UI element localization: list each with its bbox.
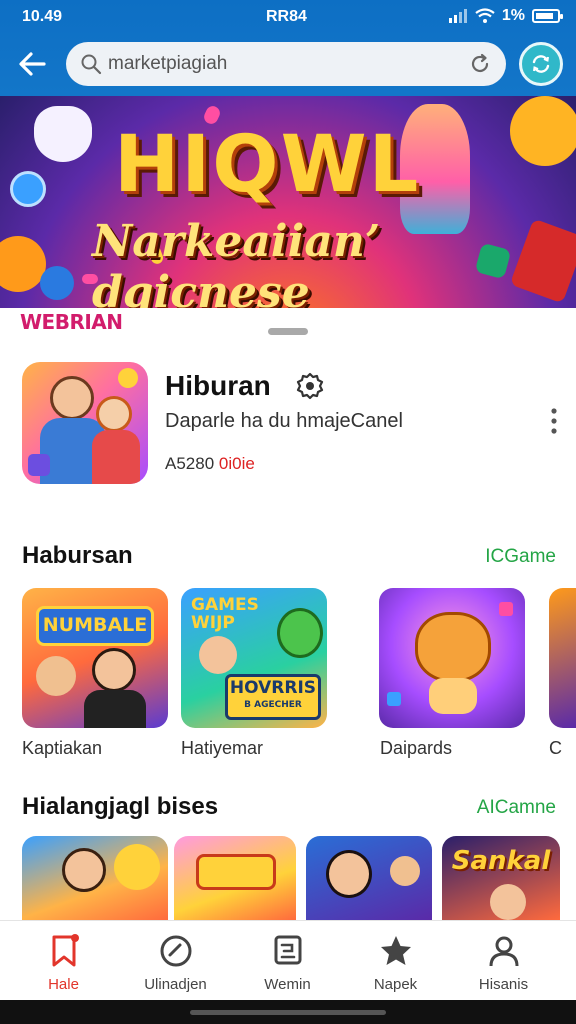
home-indicator[interactable] <box>190 1010 386 1015</box>
nav-item-hale[interactable]: Hale <box>6 921 121 1001</box>
top-bar: 10.49 RR84 1% marketpiagiah <box>0 0 576 96</box>
game-tile[interactable] <box>549 588 576 728</box>
banner-title: HIQWL <box>114 120 421 210</box>
battery-icon <box>532 9 563 23</box>
app-icon-decoration <box>118 368 138 388</box>
app-icon-decoration <box>28 454 50 476</box>
tile-art-subtext: B AGECHER <box>244 700 302 710</box>
tile-character <box>36 656 76 696</box>
tile-character <box>277 608 323 658</box>
status-icons: 1% <box>448 7 563 25</box>
app-icon-character <box>92 430 140 484</box>
tile-decoration <box>114 844 160 890</box>
nav-item-hisanis[interactable]: Hisanis <box>446 921 561 1001</box>
app-icon-character <box>50 376 94 420</box>
tile-character <box>62 848 106 892</box>
nav-label: Hale <box>48 976 79 993</box>
nav-label: Napek <box>373 976 418 993</box>
nav-item-napek[interactable]: Napek <box>338 921 453 1001</box>
game-tile[interactable]: GAMES WIJP HOVRRIS B AGECHER <box>181 588 327 728</box>
banner-subtitle: Narkeaiian’ dqicnese <box>92 216 381 308</box>
tile-art-text: HOVRRIS <box>229 678 317 698</box>
system-home-bar <box>0 1000 576 1024</box>
section-link[interactable]: AICamne <box>477 797 556 819</box>
status-bar: 10.49 RR84 1% <box>0 0 576 34</box>
tile-decoration <box>387 692 401 706</box>
game-tile[interactable] <box>22 836 168 920</box>
bookmark-icon <box>52 934 79 967</box>
nav-item-wemin[interactable]: Wemin <box>230 921 345 1001</box>
verified-badge-icon <box>296 372 324 400</box>
app-meta: A5280 0i0ie <box>165 454 255 474</box>
tile-label: C <box>549 738 562 758</box>
banner-decoration <box>40 266 74 300</box>
tile-label: Daipards <box>380 738 453 758</box>
game-tile[interactable]: NUMBALE <box>22 588 168 728</box>
game-tile[interactable] <box>174 836 296 920</box>
game-tile[interactable] <box>306 836 432 920</box>
tile-character <box>92 648 136 692</box>
back-arrow-icon[interactable] <box>14 46 50 82</box>
game-tile[interactable] <box>379 588 525 728</box>
star-icon <box>381 936 411 965</box>
tile-art-text: NUMBALE <box>42 614 148 636</box>
app-icon-character <box>96 396 132 432</box>
tile-label: Hatiyemar <box>181 738 264 758</box>
app-description: Daparle ha du hmajeCanel <box>165 410 403 432</box>
profile-icon <box>489 936 519 967</box>
drag-handle[interactable] <box>268 328 308 335</box>
nav-label: Ulinadjen <box>144 976 207 993</box>
app-name: Hiburan <box>165 370 271 401</box>
banner-decoration <box>510 96 576 166</box>
section-label: WEBRIAN <box>20 310 123 334</box>
refresh-icon[interactable] <box>468 52 492 76</box>
tile-label: Kaptiakan <box>22 738 103 758</box>
tile-art-text: GAMES WIJP <box>191 595 259 633</box>
status-carrier: RR84 <box>266 8 307 25</box>
app-icon[interactable] <box>22 362 148 484</box>
nav-item-ulinadjen[interactable]: Ulinadjen <box>118 921 233 1001</box>
sync-button[interactable] <box>519 42 563 86</box>
section-link[interactable]: ICGame <box>485 546 556 568</box>
status-time: 10.49 <box>22 8 63 25</box>
sync-icon <box>532 55 550 73</box>
wifi-icon <box>475 8 495 23</box>
document-icon <box>274 935 302 965</box>
promo-banner[interactable]: HIQWL Narkeaiian’ dqicnese <box>0 96 576 308</box>
tile-character <box>326 850 372 898</box>
more-options-icon[interactable] <box>547 406 561 436</box>
tile-character <box>390 856 420 886</box>
tile-banner <box>196 854 276 890</box>
app-meta-right: 0i0ie <box>218 454 255 473</box>
tile-character <box>84 690 146 728</box>
signal-icon <box>448 9 467 23</box>
nav-label: Hisanis <box>478 976 529 993</box>
circle-icon <box>160 935 192 967</box>
tile-decoration <box>499 602 513 616</box>
game-tile[interactable]: Sankal <box>442 836 560 920</box>
section-title: Habursan <box>22 542 133 569</box>
tile-art-text: Sankal <box>451 846 551 876</box>
tile-character <box>429 678 477 714</box>
tile-character <box>490 884 526 920</box>
banner-decoration <box>10 171 46 207</box>
banner-decoration <box>34 106 92 162</box>
section-title: Hialangjagl bises <box>22 793 219 820</box>
app-meta-left: A5280 <box>165 454 215 473</box>
search-input[interactable]: marketpiagiah <box>66 42 506 86</box>
search-placeholder: marketpiagiah <box>108 53 228 74</box>
tile-character <box>415 612 491 682</box>
tile-character <box>199 636 237 674</box>
nav-label: Wemin <box>264 976 311 993</box>
battery-text: 1% <box>501 7 525 24</box>
bottom-nav: Hale Ulinadjen Wemin Napek Hisanis <box>0 920 576 1000</box>
search-icon <box>81 54 102 75</box>
